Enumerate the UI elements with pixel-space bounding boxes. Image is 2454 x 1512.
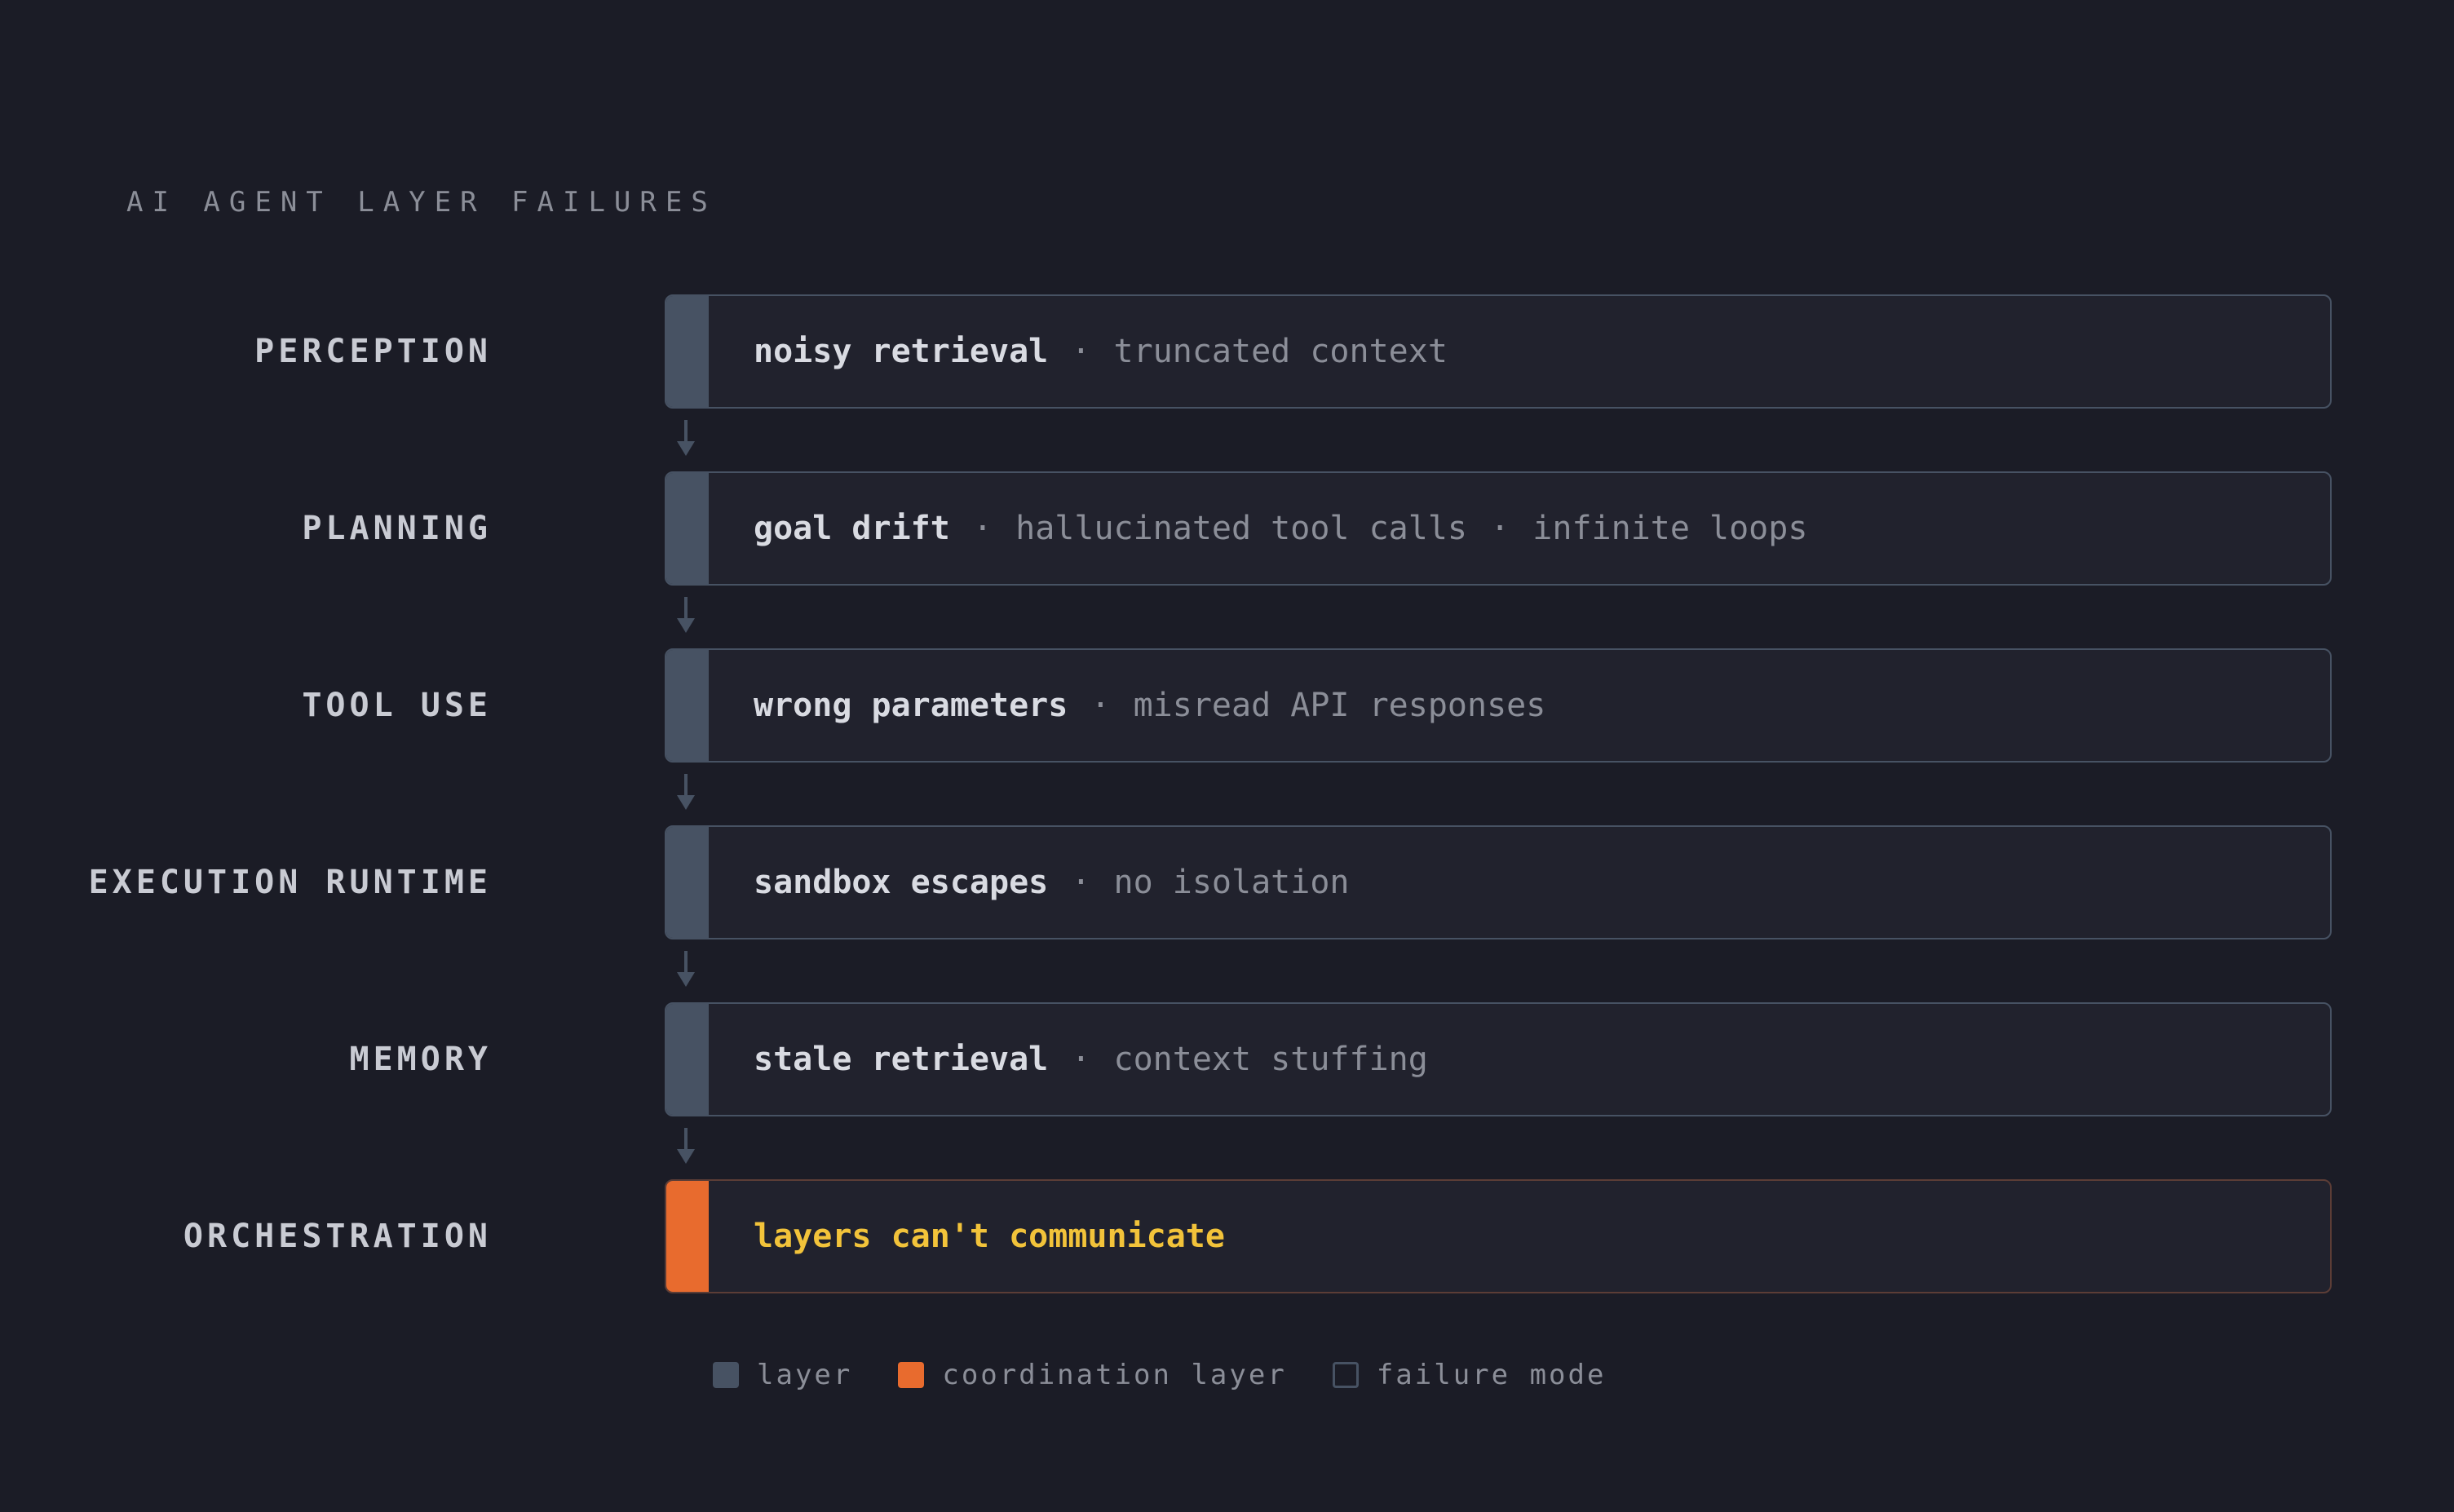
down-arrow-icon [677,597,695,633]
separator: · [1490,510,1510,547]
primary-failure: goal drift [754,510,950,547]
separator: · [1071,1041,1091,1078]
layer-label: PLANNING [302,510,492,547]
layer-label: MEMORY [349,1041,492,1078]
primary-failure: wrong parameters [754,687,1068,724]
separator: · [1071,333,1091,370]
primary-failure: noisy retrieval [754,333,1049,370]
layer-label: PERCEPTION [254,333,492,370]
separator: · [1090,687,1111,724]
layer-row-perception: PERCEPTION noisy retrieval · truncated c… [0,294,2332,409]
layer-bar [666,473,709,584]
failure-box: goal drift · hallucinated tool calls · i… [665,471,2332,586]
failure-box: stale retrieval · context stuffing [665,1002,2332,1116]
separator: · [1071,864,1091,901]
failure-text: layers can't communicate [754,1181,1225,1292]
layer-bar [666,296,709,407]
legend-label: failure mode [1376,1359,1607,1391]
secondary-failure: truncated context [1113,333,1448,370]
failure-text: sandbox escapes · no isolation [754,827,1350,938]
layer-bar [666,1004,709,1115]
down-arrow-icon [677,1128,695,1164]
down-arrow-icon [677,951,695,987]
down-arrow-icon [677,420,695,456]
legend-item-layer: layer [713,1359,852,1391]
layer-label: TOOL USE [302,687,492,724]
failure-text: goal drift · hallucinated tool calls · i… [754,473,1807,584]
legend: layer coordination layer failure mode [713,1357,1651,1393]
secondary-failure: misread API responses [1133,687,1546,724]
coordination-swatch-icon [898,1362,925,1388]
legend-label: layer [757,1359,853,1391]
layer-row-planning: PLANNING goal drift · hallucinated tool … [0,471,2332,586]
secondary-failure: infinite loops [1532,510,1808,547]
failure-box: wrong parameters · misread API responses [665,648,2332,763]
layer-row-orchestration: ORCHESTRATION layers can't communicate [0,1179,2332,1293]
layer-row-memory: MEMORY stale retrieval · context stuffin… [0,1002,2332,1116]
failure-text: wrong parameters · misread API responses [754,650,1545,761]
layer-bar [666,650,709,761]
failure-text: stale retrieval · context stuffing [754,1004,1428,1115]
legend-label: coordination layer [942,1359,1287,1391]
layer-row-execution-runtime: EXECUTION RUNTIME sandbox escapes · no i… [0,825,2332,939]
failure-box: sandbox escapes · no isolation [665,825,2332,939]
failure-box: noisy retrieval · truncated context [665,294,2332,409]
layer-label: ORCHESTRATION [183,1218,492,1255]
layer-label: EXECUTION RUNTIME [88,864,492,901]
primary-failure: layers can't communicate [754,1218,1225,1255]
diagram-title: AI AGENT LAYER FAILURES [126,186,717,219]
coordination-bar [666,1181,709,1292]
failure-text: noisy retrieval · truncated context [754,296,1448,407]
secondary-failure: hallucinated tool calls [1015,510,1467,547]
secondary-failure: context stuffing [1113,1041,1428,1078]
primary-failure: sandbox escapes [754,864,1049,901]
down-arrow-icon [677,774,695,810]
failure-swatch-icon [1332,1362,1359,1388]
layer-swatch-icon [713,1362,739,1388]
secondary-failure: no isolation [1113,864,1350,901]
layer-bar [666,827,709,938]
legend-item-failure: failure mode [1332,1359,1607,1391]
primary-failure: stale retrieval [754,1041,1049,1078]
separator: · [972,510,993,547]
failure-box: layers can't communicate [665,1179,2332,1293]
layer-row-tool-use: TOOL USE wrong parameters · misread API … [0,648,2332,763]
legend-item-coordination: coordination layer [898,1359,1286,1391]
